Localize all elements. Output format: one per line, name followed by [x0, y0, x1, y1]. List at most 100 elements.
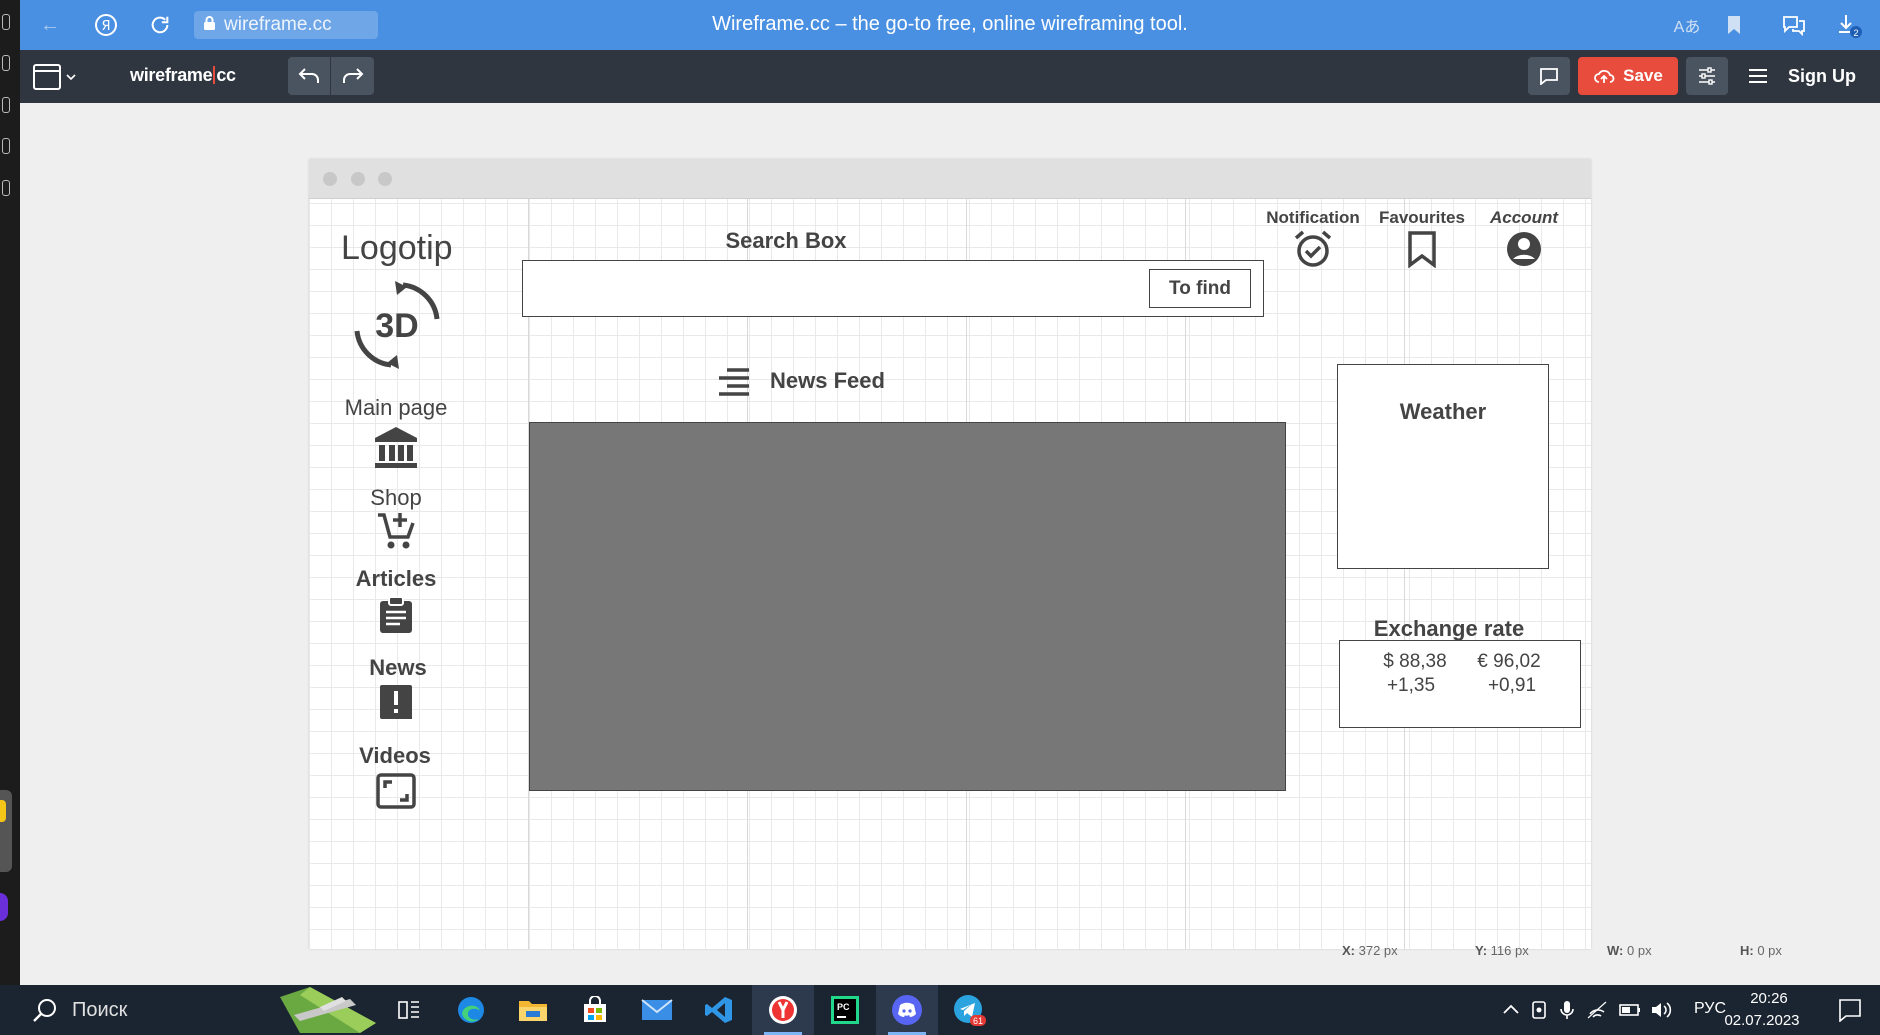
clock-date[interactable]: 02.07.2023 [1720, 1012, 1804, 1029]
hamburger-icon [1749, 69, 1767, 83]
app-toolbar: wireframe cc Save Sign Up [20, 50, 1880, 103]
signup-label: Sign Up [1788, 65, 1856, 86]
network-icon[interactable] [1586, 1000, 1608, 1025]
cart-add-icon[interactable] [321, 511, 471, 551]
translate-icon[interactable]: Aあ [1673, 11, 1701, 39]
volume-icon[interactable] [1650, 1000, 1674, 1025]
discord-icon[interactable] [876, 985, 938, 1035]
canvas-workspace[interactable]: Logotip 3D Main page Shop Articles News … [20, 103, 1880, 985]
favourites-label: Favourites [1379, 208, 1465, 227]
page-title: Wireframe.cc – the go-to free, online wi… [712, 13, 1188, 35]
mail-icon[interactable] [626, 985, 688, 1035]
wf-account[interactable]: Account [1469, 208, 1579, 268]
wf-image-placeholder[interactable] [529, 422, 1286, 791]
wf-weather-title: Weather [1399, 399, 1487, 424]
usd-change: +1,35 [1386, 675, 1436, 696]
task-view-icon[interactable] [378, 985, 440, 1035]
bookmark-icon [1367, 230, 1477, 268]
fullscreen-icon[interactable] [321, 773, 471, 809]
wf-logo-text[interactable]: Logotip [341, 229, 453, 268]
bookmark-page-icon[interactable] [1720, 11, 1748, 39]
save-button[interactable]: Save [1578, 57, 1678, 95]
svg-text:Я: Я [101, 19, 110, 34]
wf-search-button[interactable]: To find [1149, 269, 1251, 308]
yandex-browser-icon[interactable] [752, 985, 814, 1035]
account-icon [1469, 230, 1579, 268]
wf-weather-box[interactable]: Weather [1337, 364, 1549, 569]
taskbar-search-placeholder: Поиск [72, 998, 128, 1021]
3d-rotate-icon[interactable]: 3D [351, 279, 443, 371]
account-label: Account [1490, 208, 1558, 227]
search-highlight-image [280, 987, 376, 1033]
nav-articles[interactable]: Articles [321, 566, 471, 592]
wireframe-artboard[interactable]: Logotip 3D Main page Shop Articles News … [309, 159, 1591, 949]
file-explorer-icon[interactable] [502, 985, 564, 1035]
strip-indicator [0, 800, 6, 822]
signup-button[interactable]: Sign Up [1748, 57, 1880, 95]
wf-news-feed-title[interactable]: News Feed [770, 368, 885, 394]
frame-dot [378, 172, 392, 186]
browser-frame-bar [309, 159, 1591, 199]
status-y: Y: 116 px [1475, 943, 1529, 958]
app-logo[interactable]: wireframe cc [130, 65, 236, 86]
wf-notification[interactable]: Notification [1258, 208, 1368, 268]
frame-dot [323, 172, 337, 186]
battery-icon[interactable] [1618, 1001, 1642, 1024]
address-bar[interactable]: wireframe.cc [194, 11, 378, 39]
edge-icon[interactable] [440, 985, 502, 1035]
yandex-icon[interactable]: Я [92, 11, 120, 39]
usd-rate: $ 88,38 [1383, 651, 1447, 672]
downloads-icon[interactable]: 2 [1835, 11, 1863, 39]
wf-exchange-box[interactable]: $ 88,38 € 96,02 +1,35 +0,91 [1339, 640, 1581, 728]
wf-favourites[interactable]: Favourites [1367, 208, 1477, 268]
notifications-icon[interactable] [1838, 998, 1862, 1027]
bank-icon[interactable] [321, 425, 471, 471]
meet-now-icon[interactable] [1530, 1000, 1548, 1025]
brand-left: wireframe [130, 65, 213, 85]
comment-button[interactable] [1528, 57, 1570, 95]
telegram-badge: 61 [973, 1016, 983, 1026]
strip-app-icon[interactable] [0, 893, 8, 921]
chat-icon[interactable] [1780, 11, 1808, 39]
hamburger-icon[interactable] [717, 366, 751, 405]
save-label: Save [1623, 66, 1663, 85]
settings-sliders-button[interactable] [1686, 57, 1728, 95]
browser-title-bar: ← Я wireframe.cc Wireframe.cc – the go-t… [20, 0, 1880, 50]
strip-icon [2, 97, 10, 113]
nav-videos[interactable]: Videos [320, 743, 470, 769]
alert-icon[interactable] [321, 683, 471, 721]
wf-search-box[interactable]: To find [522, 260, 1264, 317]
pycharm-icon[interactable]: PC [814, 985, 876, 1035]
undo-redo-group [288, 57, 374, 95]
url-text: wireframe.cc [224, 14, 332, 35]
store-icon[interactable] [564, 985, 626, 1035]
redo-button[interactable] [331, 57, 374, 95]
downloads-badge: 2 [1853, 28, 1858, 38]
alarm-check-icon [1258, 230, 1368, 268]
desktop-left-strip [0, 0, 20, 985]
lock-icon [194, 15, 224, 35]
back-icon[interactable]: ← [36, 11, 64, 39]
clipboard-icon[interactable] [321, 596, 471, 634]
strip-icon [2, 55, 10, 71]
eur-rate: € 96,02 [1477, 651, 1541, 672]
grid-column-line [1404, 199, 1405, 949]
undo-button[interactable] [288, 57, 331, 95]
wf-search-title[interactable]: Search Box [689, 228, 883, 254]
microphone-icon[interactable] [1560, 1000, 1574, 1025]
status-x: X: 372 px [1342, 943, 1398, 958]
nav-news[interactable]: News [323, 655, 473, 681]
notification-label: Notification [1266, 208, 1360, 227]
eur-change: +0,91 [1487, 675, 1537, 696]
vscode-icon[interactable] [688, 985, 750, 1035]
page-menu-icon[interactable] [30, 58, 80, 96]
3d-text: 3D [375, 307, 418, 345]
nav-main-page[interactable]: Main page [321, 395, 471, 421]
reload-icon[interactable] [146, 11, 174, 39]
clock-time[interactable]: 20:26 [1734, 990, 1804, 1007]
telegram-icon[interactable]: 61 [938, 985, 1000, 1035]
strip-icon [2, 14, 10, 30]
wf-exchange-title[interactable]: Exchange rate [1349, 616, 1549, 642]
nav-shop[interactable]: Shop [321, 485, 471, 511]
chevron-up-icon[interactable] [1502, 999, 1520, 1020]
